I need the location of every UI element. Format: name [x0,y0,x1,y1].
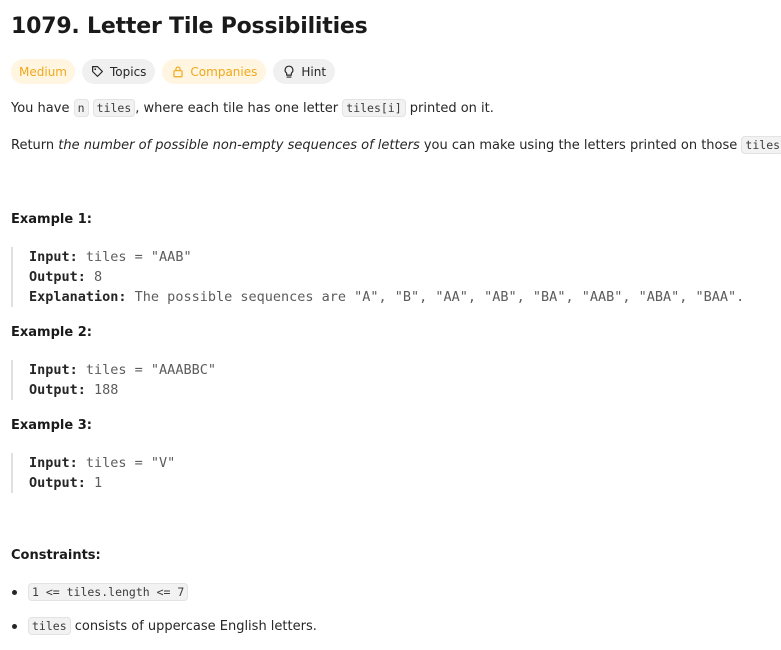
explanation-label: Explanation: [29,289,127,305]
example-1-output: Output: 8 [29,267,744,287]
output-value: 188 [85,382,119,398]
example-1-title: Example 1: [11,212,92,227]
hint-button[interactable]: Hint [273,59,336,84]
example-2-output: Output: 188 [29,380,216,400]
output-label: Output: [29,269,86,285]
hint-label: Hint [301,64,327,79]
topics-label: Topics [109,64,147,79]
input-label: Input: [29,362,78,378]
topics-button[interactable]: Topics [81,59,156,84]
constraint-item: 1 <= tiles.length <= 7 [11,583,189,601]
output-value: 1 [85,475,103,491]
description-paragraph-2: Return the number of possible non-empty … [11,136,781,154]
explanation-value: The possible sequences are "A", "B", "AA… [126,289,745,305]
example-3-block: Input: tiles = "V" Output: 1 [11,453,175,493]
companies-label: Companies [190,64,258,79]
companies-button[interactable]: Companies [162,59,267,84]
input-value: tiles = "V" [77,455,176,471]
example-2-input: Input: tiles = "AAABBC" [29,360,216,380]
text: You have [11,101,74,116]
output-label: Output: [29,382,86,398]
example-2-title: Example 2: [11,325,92,340]
input-label: Input: [29,455,78,471]
lightbulb-icon [282,65,296,79]
text: printed on it. [405,101,494,116]
example-3-input: Input: tiles = "V" [29,453,175,473]
inline-code: tiles [741,136,781,154]
output-value: 8 [85,269,103,285]
inline-code: tiles [28,617,71,635]
text: , where each tile has one letter [135,101,343,116]
input-value: tiles = "AAABBC" [77,362,216,378]
description-paragraph-1: You have n tiles, where each tile has on… [11,99,494,117]
inline-code: 1 <= tiles.length <= 7 [28,583,189,601]
problem-title: 1079. Letter Tile Possibilities [11,14,368,39]
input-value: tiles = "AAB" [77,249,192,265]
example-1-input: Input: tiles = "AAB" [29,247,744,267]
bullet-dot [12,624,17,629]
example-2-block: Input: tiles = "AAABBC" Output: 188 [11,360,216,400]
inline-code: tiles [92,99,136,117]
tag-icon [91,65,105,79]
example-3-output: Output: 1 [29,473,175,493]
example-1-block: Input: tiles = "AAB" Output: 8 Explanati… [11,247,744,307]
constraints-title: Constraints: [11,548,101,563]
text: you can make using the letters printed o… [419,138,742,153]
difficulty-badge: Medium [11,59,75,84]
emphasis-text: the number of possible non-empty sequenc… [58,138,420,153]
text: Return [11,138,59,153]
bullet-dot [12,590,17,595]
output-label: Output: [29,475,86,491]
constraint-item: tiles consists of uppercase English lett… [11,617,317,635]
example-3-title: Example 3: [11,418,92,433]
text: consists of uppercase English letters. [70,619,317,634]
example-1-explanation: Explanation: The possible sequences are … [29,287,744,307]
lock-icon [171,65,185,79]
inline-code: n [73,99,89,117]
inline-code: tiles[i] [342,99,406,117]
problem-tags: Medium Topics Companies Hint [11,59,336,84]
input-label: Input: [29,249,78,265]
